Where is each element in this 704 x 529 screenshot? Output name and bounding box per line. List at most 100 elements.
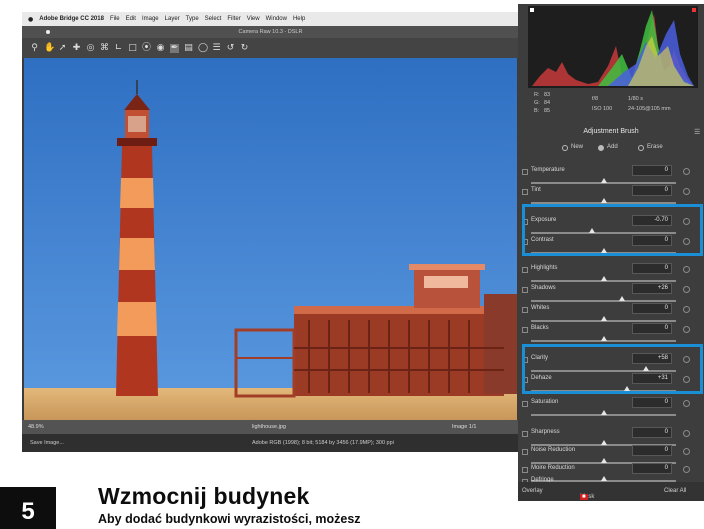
slider-label: Moire Reduction [531, 465, 575, 471]
slider-thumb[interactable] [600, 410, 607, 415]
slider-thumb[interactable] [600, 276, 607, 281]
straighten-tool-icon[interactable]: ∟ [114, 43, 123, 53]
minus-icon[interactable] [522, 169, 528, 175]
menu-layer[interactable]: Layer [165, 16, 180, 22]
shadow-clip-icon[interactable] [530, 8, 534, 12]
b-label: B: [534, 108, 540, 114]
tool-bar: ⚲ ✋ ➚ ✚ ◎ ⌘ ∟ □ ⦿ ◉ ✒ ▤ ◯ ☰ ↺ ↻ [22, 38, 519, 58]
color-sampler-icon[interactable]: ✚ [72, 43, 81, 53]
graduated-filter-icon[interactable]: ▤ [184, 43, 193, 53]
spot-removal-icon[interactable]: ⦿ [142, 43, 151, 53]
slider-value-input[interactable]: 0 [632, 303, 672, 314]
slider-value-input[interactable]: 0 [632, 185, 672, 196]
panel-menu-icon[interactable]: ☰ [694, 128, 700, 136]
mode-add-label[interactable]: Add [607, 144, 618, 150]
minus-icon[interactable] [522, 307, 528, 313]
slider-value-input[interactable]: 0 [632, 427, 672, 438]
adjustment-brush-icon[interactable]: ✒ [170, 43, 179, 53]
slider-thumb[interactable] [600, 178, 607, 183]
minus-icon[interactable] [522, 189, 528, 195]
targeted-adjust-icon[interactable]: ◎ [86, 43, 95, 53]
plus-icon[interactable] [683, 188, 690, 195]
status-bar: 48.9% lighthouse.jpg Image 1/1 [22, 420, 519, 434]
minus-icon[interactable] [522, 267, 528, 273]
preferences-icon[interactable]: ☰ [212, 43, 221, 53]
slider-value-input[interactable]: 0 [632, 323, 672, 334]
window-close-icon[interactable] [46, 30, 50, 34]
plus-icon[interactable] [683, 400, 690, 407]
plus-icon[interactable] [683, 430, 690, 437]
exposure-contrast-highlight [522, 204, 703, 256]
minus-icon[interactable] [522, 467, 528, 473]
plus-icon[interactable] [683, 306, 690, 313]
slider-value-input[interactable]: 0 [632, 263, 672, 274]
slider-value-input[interactable]: 0 [632, 445, 672, 456]
slider-label: Tint [531, 187, 541, 193]
menu-type[interactable]: Type [186, 16, 199, 22]
slider-label: Highlights [531, 265, 558, 271]
plus-icon[interactable] [683, 266, 690, 273]
menu-image[interactable]: Image [142, 16, 159, 22]
lighthouse-photo [24, 58, 517, 420]
plus-icon[interactable] [683, 448, 690, 455]
r-value: 83 [544, 92, 551, 98]
plus-icon[interactable] [683, 168, 690, 175]
mode-new-radio[interactable] [562, 145, 568, 151]
plus-icon[interactable] [683, 286, 690, 293]
step-description: Aby dodać budynkowi wyrazistości, możesz [98, 512, 361, 526]
mask-color-swatch[interactable]: ■ [580, 494, 588, 500]
save-image-button[interactable]: Save Image... [30, 440, 64, 446]
red-eye-icon[interactable]: ◉ [156, 43, 165, 53]
zoom-tool-icon[interactable]: ⚲ [30, 43, 39, 53]
slider-defringe: Defringe [518, 474, 704, 485]
menu-help[interactable]: Help [293, 16, 305, 22]
highlight-clip-icon[interactable] [692, 8, 696, 12]
menu-edit[interactable]: Edit [126, 16, 136, 22]
minus-icon[interactable] [522, 449, 528, 455]
b-value: 85 [544, 108, 551, 114]
mode-erase-label[interactable]: Erase [647, 144, 663, 150]
menu-select[interactable]: Select [205, 16, 222, 22]
shutter-value: 1/80 s [628, 96, 643, 102]
white-balance-tool-icon[interactable]: ➚ [58, 43, 67, 53]
slider-thumb[interactable] [600, 316, 607, 321]
mode-new-label[interactable]: New [571, 144, 583, 150]
radial-filter-icon[interactable]: ◯ [198, 43, 208, 53]
rotate-right-icon[interactable]: ↻ [240, 43, 249, 53]
slider-thumb[interactable] [600, 336, 607, 341]
step-heading: Wzmocnij budynek [98, 483, 310, 509]
window-title: Camera Raw 10.3 - DSLR [238, 29, 303, 35]
minus-icon[interactable] [522, 327, 528, 333]
clear-all-button[interactable]: Clear All [664, 488, 686, 494]
minus-icon[interactable] [522, 401, 528, 407]
rotate-left-icon[interactable]: ↺ [226, 43, 235, 53]
plus-icon[interactable] [683, 466, 690, 473]
slider-value-input[interactable]: 0 [632, 165, 672, 176]
slider-value-input[interactable]: +26 [632, 283, 672, 294]
image-preview[interactable] [24, 58, 517, 420]
menu-window[interactable]: Window [266, 16, 287, 22]
menu-bar: ● Adobe Bridge CC 2018 File Edit Image L… [22, 12, 519, 26]
slider-thumb[interactable] [619, 296, 626, 301]
hand-tool-icon[interactable]: ✋ [44, 43, 55, 53]
transform-tool-icon[interactable]: □ [128, 43, 137, 53]
minus-icon[interactable] [522, 287, 528, 293]
menu-filter[interactable]: Filter [227, 16, 240, 22]
menu-view[interactable]: View [247, 16, 260, 22]
minus-icon[interactable] [522, 431, 528, 437]
menu-app-name[interactable]: Adobe Bridge CC 2018 [39, 16, 104, 22]
apple-icon[interactable]: ● [28, 16, 33, 23]
image-count: Image 1/1 [452, 424, 477, 430]
slider-thumb[interactable] [600, 198, 607, 203]
mode-add-radio[interactable] [598, 145, 604, 151]
menu-file[interactable]: File [110, 16, 120, 22]
slider-value-input[interactable]: 0 [632, 397, 672, 408]
crop-tool-icon[interactable]: ⌘ [100, 43, 109, 53]
panel-title: Adjustment Brush [583, 128, 639, 135]
overlay-checkbox[interactable]: Overlay [522, 488, 543, 494]
mode-erase-radio[interactable] [638, 145, 644, 151]
slider-value-input[interactable]: 0 [632, 463, 672, 474]
workflow-options-link[interactable]: Adobe RGB (1998); 8 bit; 5184 by 3456 (1… [252, 440, 394, 446]
plus-icon[interactable] [683, 326, 690, 333]
zoom-level[interactable]: 48.9% [28, 424, 44, 430]
